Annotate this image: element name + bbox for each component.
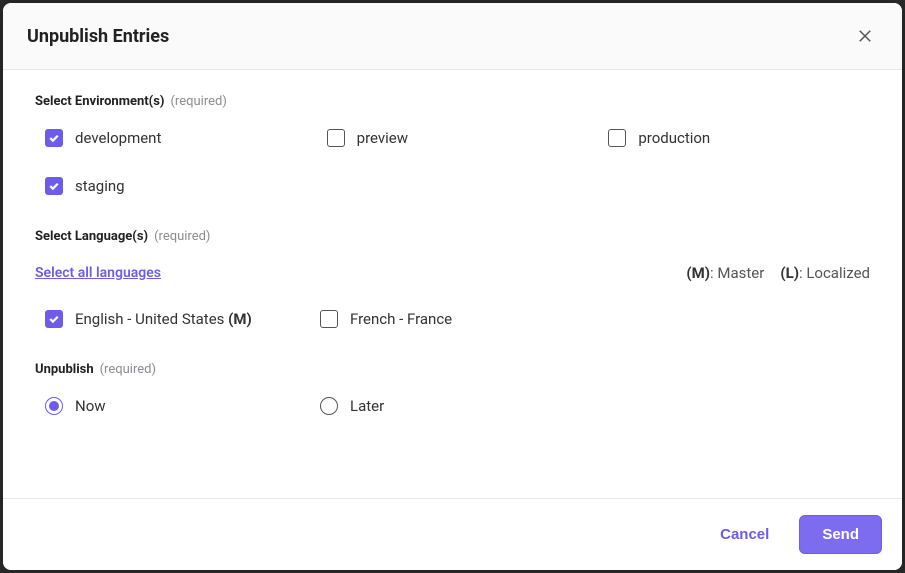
languages-top-row: Select all languages (M): Master (L): Lo… (35, 264, 870, 282)
timing-section: Unpublish (required) Now Later (35, 362, 870, 415)
lang-french-france[interactable]: French - France (320, 310, 595, 328)
modal-footer: Cancel Send (3, 498, 902, 570)
select-all-languages-link[interactable]: Select all languages (35, 265, 161, 281)
timing-title: Unpublish (35, 362, 94, 377)
env-development[interactable]: development (45, 129, 307, 147)
close-icon (856, 27, 874, 45)
timing-required: (required) (100, 362, 156, 377)
radio (320, 397, 338, 415)
env-preview[interactable]: preview (327, 129, 589, 147)
timing-label: Later (350, 397, 384, 415)
env-staging[interactable]: staging (45, 177, 307, 195)
timing-now[interactable]: Now (45, 397, 320, 415)
timing-grid: Now Later (35, 397, 870, 415)
environments-header: Select Environment(s) (required) (35, 94, 870, 109)
env-label: staging (75, 177, 125, 195)
languages-grid: English - United States (M) French - Fra… (35, 310, 870, 328)
close-button[interactable] (852, 23, 878, 49)
legend-master: (M): Master (686, 264, 764, 282)
checkbox (45, 310, 63, 328)
modal-header: Unpublish Entries (3, 3, 902, 70)
environments-required: (required) (170, 94, 226, 109)
languages-header: Select Language(s) (required) (35, 229, 870, 244)
send-button[interactable]: Send (799, 515, 882, 554)
lang-label: French - France (350, 310, 452, 328)
modal-title: Unpublish Entries (27, 26, 169, 47)
timing-later[interactable]: Later (320, 397, 595, 415)
checkbox (608, 129, 626, 147)
checkbox (320, 310, 338, 328)
languages-legend: (M): Master (L): Localized (686, 264, 870, 282)
env-label: preview (357, 129, 408, 147)
checkbox (327, 129, 345, 147)
env-label: production (638, 129, 710, 147)
environments-grid: development preview production staging (35, 129, 870, 195)
languages-section: Select Language(s) (required) Select all… (35, 229, 870, 328)
timing-label: Now (75, 397, 106, 415)
languages-required: (required) (154, 229, 210, 244)
legend-localized: (L): Localized (780, 264, 870, 282)
radio (45, 397, 63, 415)
modal-body: Select Environment(s) (required) develop… (3, 70, 902, 498)
checkbox (45, 129, 63, 147)
lang-english-us[interactable]: English - United States (M) (45, 310, 320, 328)
checkbox (45, 177, 63, 195)
environments-title: Select Environment(s) (35, 94, 164, 109)
environments-section: Select Environment(s) (required) develop… (35, 94, 870, 195)
env-label: development (75, 129, 161, 147)
languages-title: Select Language(s) (35, 229, 148, 244)
lang-label: English - United States (M) (75, 310, 252, 328)
unpublish-modal: Unpublish Entries Select Environment(s) … (3, 3, 902, 570)
timing-header: Unpublish (required) (35, 362, 870, 377)
cancel-button[interactable]: Cancel (708, 516, 781, 553)
env-production[interactable]: production (608, 129, 870, 147)
